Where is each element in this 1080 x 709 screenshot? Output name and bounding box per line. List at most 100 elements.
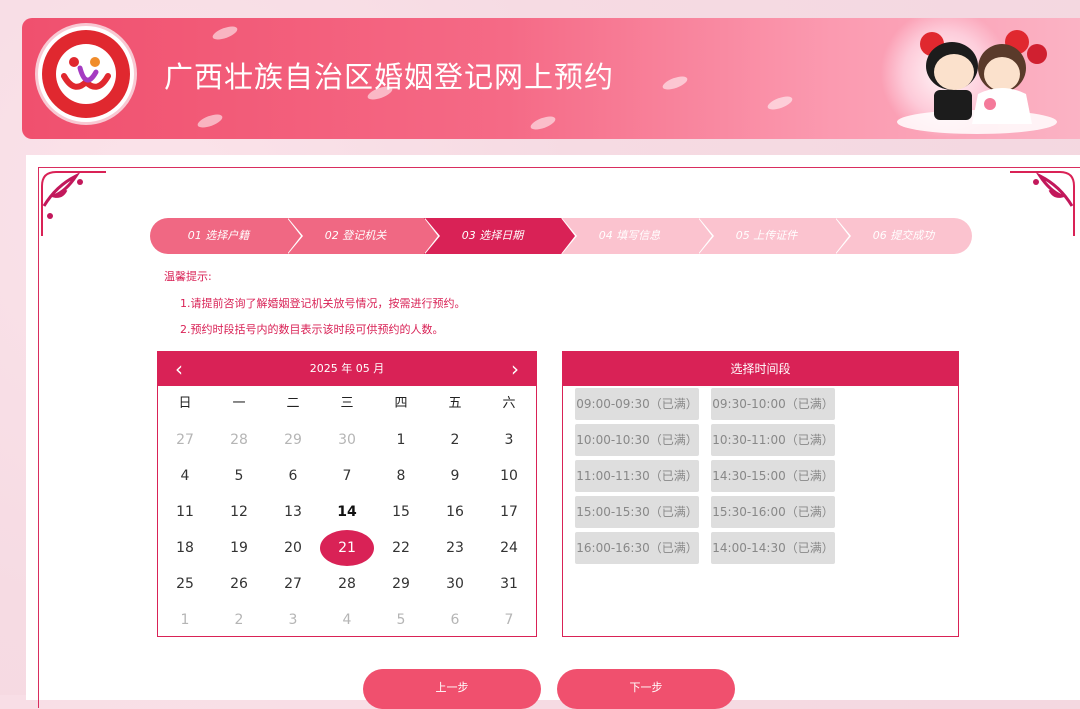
calendar-day[interactable]: 17 (482, 494, 536, 530)
calendar-day[interactable]: 23 (428, 530, 482, 566)
calendar-day-number: 30 (338, 432, 356, 448)
calendar-day-number: 31 (500, 576, 518, 592)
calendar-day-number: 2 (234, 612, 244, 628)
calendar-day-number: 24 (500, 540, 518, 556)
calendar-day[interactable]: 6 (266, 458, 320, 494)
chevron-left-icon[interactable]: ‹ (164, 352, 194, 386)
calendar-day-number: 27 (176, 432, 194, 448)
petal-decoration (211, 23, 239, 43)
timeslot-panel: 选择时间段 09:00-09:30（已满） 09:30-10:00（已满） 10:0… (562, 351, 959, 637)
timeslot-option[interactable]: 14:00-14:30（已满） (711, 532, 835, 564)
chevron-right-icon[interactable]: › (500, 352, 530, 386)
timeslot-option[interactable]: 15:00-15:30（已满） (575, 496, 699, 528)
calendar-day[interactable]: 20 (266, 530, 320, 566)
calendar-day[interactable]: 13 (266, 494, 320, 530)
calendar-day-number: 7 (504, 612, 514, 628)
calendar-day-number: 23 (446, 540, 464, 556)
step-arrow-icon (561, 218, 575, 254)
next-step-button[interactable]: 下一步 (557, 669, 735, 709)
calendar-day[interactable]: 25 (158, 566, 212, 602)
date-calendar: ‹ 2025 年 05 月 › 日一二三四五六 27 28 29 30 1 2 3 4 5 6 7 8 9… (157, 351, 537, 637)
calendar-day-number: 6 (450, 612, 460, 628)
petal-decoration (661, 73, 689, 93)
calendar-day[interactable]: 3 (482, 422, 536, 458)
calendar-day[interactable]: 15 (374, 494, 428, 530)
step-label: 03 选择日期 (461, 229, 524, 242)
corner-ornament-icon (1010, 171, 1075, 236)
calendar-day[interactable]: 2 (428, 422, 482, 458)
calendar-day-number: 17 (500, 504, 518, 520)
calendar-day[interactable]: 29 (374, 566, 428, 602)
step-label: 06 提交成功 (872, 229, 935, 242)
calendar-day-number: 10 (500, 468, 518, 484)
calendar-day: 3 (266, 602, 320, 638)
timeslot-option[interactable]: 14:30-15:00（已满） (711, 460, 835, 492)
weekday-header: 六 (502, 396, 516, 411)
timeslot-title: 选择时间段 (563, 352, 958, 386)
calendar-day: 2 (212, 602, 266, 638)
calendar-day-number: 25 (176, 576, 194, 592)
notice-title: 温馨提示: (164, 270, 212, 283)
timeslot-option[interactable]: 09:30-10:00（已满） (711, 388, 835, 420)
calendar-day[interactable]: 26 (212, 566, 266, 602)
calendar-day[interactable]: 16 (428, 494, 482, 530)
notice-item: 1.请提前咨询了解婚姻登记机关放号情况，按需进行预约。 (180, 297, 466, 310)
calendar-day-number: 8 (396, 468, 406, 484)
calendar-day-number: 13 (284, 504, 302, 520)
header-banner: 广西壮族自治区婚姻登记网上预约 (22, 18, 1080, 139)
notice-item: 2.预约时段括号内的数目表示该时段可供预约的人数。 (180, 323, 444, 336)
calendar-grid: 日一二三四五六 27 28 29 30 1 2 3 4 5 6 7 8 9 10 11 12 13 14 15 16 17… (158, 386, 536, 638)
calendar-day[interactable]: 22 (374, 530, 428, 566)
wedding-couple-illustration (897, 30, 1057, 134)
step-arrow-icon (424, 218, 438, 254)
timeslot-option[interactable]: 10:30-11:00（已满） (711, 424, 835, 456)
step-item: 05 上传证件 (698, 218, 851, 254)
calendar-day[interactable]: 30 (428, 566, 482, 602)
step-item: 03 选择日期 (424, 218, 577, 254)
timeslot-option[interactable]: 16:00-16:30（已满） (575, 532, 699, 564)
calendar-day[interactable]: 31 (482, 566, 536, 602)
calendar-day[interactable]: 27 (266, 566, 320, 602)
step-arrow-icon (835, 218, 849, 254)
calendar-day[interactable]: 24 (482, 530, 536, 566)
corner-ornament-icon (41, 171, 106, 236)
step-item: 01 选择户籍 (150, 218, 303, 254)
calendar-day[interactable]: 11 (158, 494, 212, 530)
calendar-day[interactable]: 1 (374, 422, 428, 458)
calendar-day-number: 9 (450, 468, 460, 484)
calendar-day-number: 1 (180, 612, 190, 628)
calendar-day[interactable]: 14 (320, 494, 374, 530)
calendar-day[interactable]: 12 (212, 494, 266, 530)
calendar-day-number: 30 (446, 576, 464, 592)
calendar-day-number: 16 (446, 504, 464, 520)
step-label: 01 选择户籍 (187, 229, 250, 242)
calendar-day-number: 19 (230, 540, 248, 556)
calendar-day[interactable]: 5 (212, 458, 266, 494)
timeslot-option[interactable]: 11:00-11:30（已满） (575, 460, 699, 492)
calendar-day-number: 18 (176, 540, 194, 556)
timeslot-option[interactable]: 10:00-10:30（已满） (575, 424, 699, 456)
calendar-day[interactable]: 8 (374, 458, 428, 494)
timeslot-option[interactable]: 09:00-09:30（已满） (575, 388, 699, 420)
petal-decoration (766, 93, 794, 113)
timeslot-option[interactable]: 15:30-16:00（已满） (711, 496, 835, 528)
calendar-day-selected[interactable]: 21 (320, 530, 374, 566)
calendar-day-number: 27 (284, 576, 302, 592)
calendar-day[interactable]: 7 (320, 458, 374, 494)
prev-step-button[interactable]: 上一步 (363, 669, 541, 709)
calendar-day[interactable]: 4 (158, 458, 212, 494)
calendar-day: 29 (266, 422, 320, 458)
calendar-day[interactable]: 19 (212, 530, 266, 566)
calendar-day-number: 14 (337, 504, 357, 520)
calendar-day[interactable]: 28 (320, 566, 374, 602)
step-label: 04 填写信息 (598, 229, 661, 242)
calendar-day-number: 2 (450, 432, 460, 448)
calendar-day[interactable]: 10 (482, 458, 536, 494)
calendar-day: 7 (482, 602, 536, 638)
calendar-day-number: 26 (230, 576, 248, 592)
step-arrow-icon (698, 218, 712, 254)
petal-decoration (196, 111, 224, 131)
petal-decoration (529, 113, 557, 133)
calendar-day[interactable]: 9 (428, 458, 482, 494)
calendar-day[interactable]: 18 (158, 530, 212, 566)
